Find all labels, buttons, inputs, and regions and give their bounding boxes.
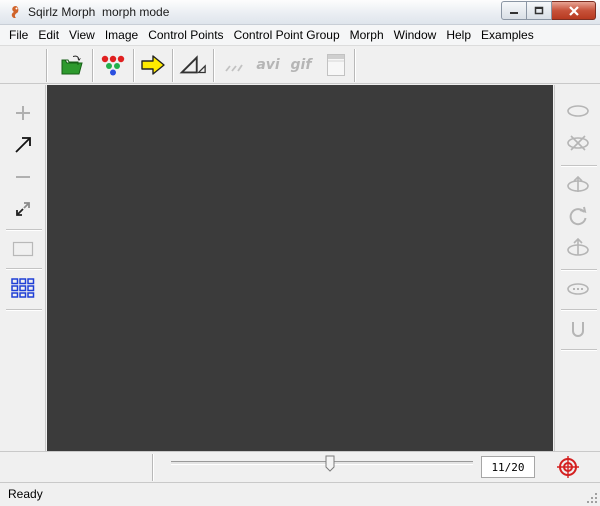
menu-file[interactable]: File xyxy=(4,25,33,45)
window-controls xyxy=(501,1,596,20)
yellow-arrow-icon xyxy=(141,55,165,75)
window-mode: morph mode xyxy=(102,5,170,19)
close-icon xyxy=(568,5,579,16)
status-text: Ready xyxy=(8,487,43,501)
line-button xyxy=(222,52,250,78)
title-bar: Sqirlz Morph morph mode xyxy=(0,0,600,25)
target-button[interactable] xyxy=(556,456,580,478)
menu-image[interactable]: Image xyxy=(100,25,143,45)
toolbar-separator xyxy=(213,49,215,82)
window-title: Sqirlz Morph xyxy=(28,5,96,19)
plus-icon xyxy=(16,106,30,120)
resize-grip-icon[interactable] xyxy=(586,492,598,504)
toolbar-separator xyxy=(354,49,356,82)
frame-panel-icon xyxy=(327,54,345,76)
dashed-line-icon xyxy=(225,64,243,72)
toolbar-separator xyxy=(46,49,48,82)
control-points-button[interactable] xyxy=(99,52,127,78)
avi-label: avi xyxy=(256,57,280,73)
rotate-button xyxy=(564,202,592,230)
panel-separator xyxy=(561,349,597,351)
right-tool-panel xyxy=(554,85,600,451)
morph-canvas[interactable] xyxy=(47,85,553,451)
panel-separator xyxy=(561,309,597,311)
avi-button: avi xyxy=(254,52,282,78)
points-ellipse-button xyxy=(564,275,592,303)
maximize-button[interactable] xyxy=(527,1,552,20)
u-shape-icon xyxy=(572,322,584,337)
panel-separator xyxy=(561,269,597,271)
ellipse-up-arrow-icon xyxy=(567,175,589,192)
morph-button[interactable] xyxy=(139,52,167,78)
timeline-bar: 11/20 xyxy=(0,451,600,482)
panel-separator xyxy=(6,268,42,270)
frame-slider-thumb[interactable] xyxy=(325,455,335,472)
link-arrows-icon xyxy=(16,202,30,216)
squirrel-icon xyxy=(11,6,19,18)
dots-tree-icon xyxy=(101,55,125,76)
minimize-icon xyxy=(510,11,518,14)
rotate-icon xyxy=(569,206,587,226)
crossed-ellipse-icon xyxy=(567,135,589,151)
remove-point-button xyxy=(9,163,37,191)
toolbar-separator xyxy=(133,49,135,82)
maximize-icon xyxy=(534,6,544,15)
u-shape-button xyxy=(564,315,592,343)
minimize-button[interactable] xyxy=(501,1,527,20)
frame-button xyxy=(322,52,350,78)
open-folder-icon xyxy=(61,55,83,75)
grid-button[interactable] xyxy=(9,274,37,302)
frame-slider[interactable] xyxy=(171,461,473,465)
scale-down-button xyxy=(564,233,592,261)
panel-separator xyxy=(6,309,42,311)
dotted-ellipse-icon xyxy=(567,283,589,295)
open-button[interactable] xyxy=(58,52,86,78)
panel-separator xyxy=(6,229,42,231)
menu-examples[interactable]: Examples xyxy=(476,25,539,45)
status-bar: Ready xyxy=(0,482,600,506)
add-point-button xyxy=(9,99,37,127)
timeline-separator xyxy=(152,454,154,481)
menu-help[interactable]: Help xyxy=(441,25,476,45)
angle-button[interactable] xyxy=(179,52,207,78)
menu-control-point-group[interactable]: Control Point Group xyxy=(229,25,345,45)
move-point-button[interactable] xyxy=(9,131,37,159)
menu-edit[interactable]: Edit xyxy=(33,25,64,45)
toolbar: avi gif xyxy=(0,45,600,84)
gif-label: gif xyxy=(290,57,312,73)
target-icon xyxy=(557,456,579,478)
delete-ellipse-button xyxy=(564,129,592,157)
rectangle-button xyxy=(9,235,37,263)
link-points-button[interactable] xyxy=(9,195,37,223)
rectangle-icon xyxy=(12,241,34,257)
angle-ruler-icon xyxy=(179,55,206,74)
minus-icon xyxy=(16,176,30,178)
ellipse-arrow-icon xyxy=(567,237,589,256)
menu-bar: File Edit View Image Control Points Cont… xyxy=(0,25,600,45)
grid-icon xyxy=(11,278,35,298)
menu-window[interactable]: Window xyxy=(389,25,442,45)
left-tool-panel xyxy=(0,85,46,451)
menu-control-points[interactable]: Control Points xyxy=(143,25,228,45)
diagonal-arrow-icon xyxy=(15,137,31,153)
frame-counter: 11/20 xyxy=(481,456,535,478)
gif-button: gif xyxy=(287,52,315,78)
toolbar-separator xyxy=(92,49,94,82)
menu-view[interactable]: View xyxy=(64,25,100,45)
close-button[interactable] xyxy=(552,1,596,20)
ellipse-icon xyxy=(567,105,589,117)
scale-up-button xyxy=(564,171,592,199)
ellipse-button xyxy=(564,97,592,125)
menu-morph[interactable]: Morph xyxy=(345,25,389,45)
toolbar-separator xyxy=(172,49,174,82)
panel-separator xyxy=(561,165,597,167)
